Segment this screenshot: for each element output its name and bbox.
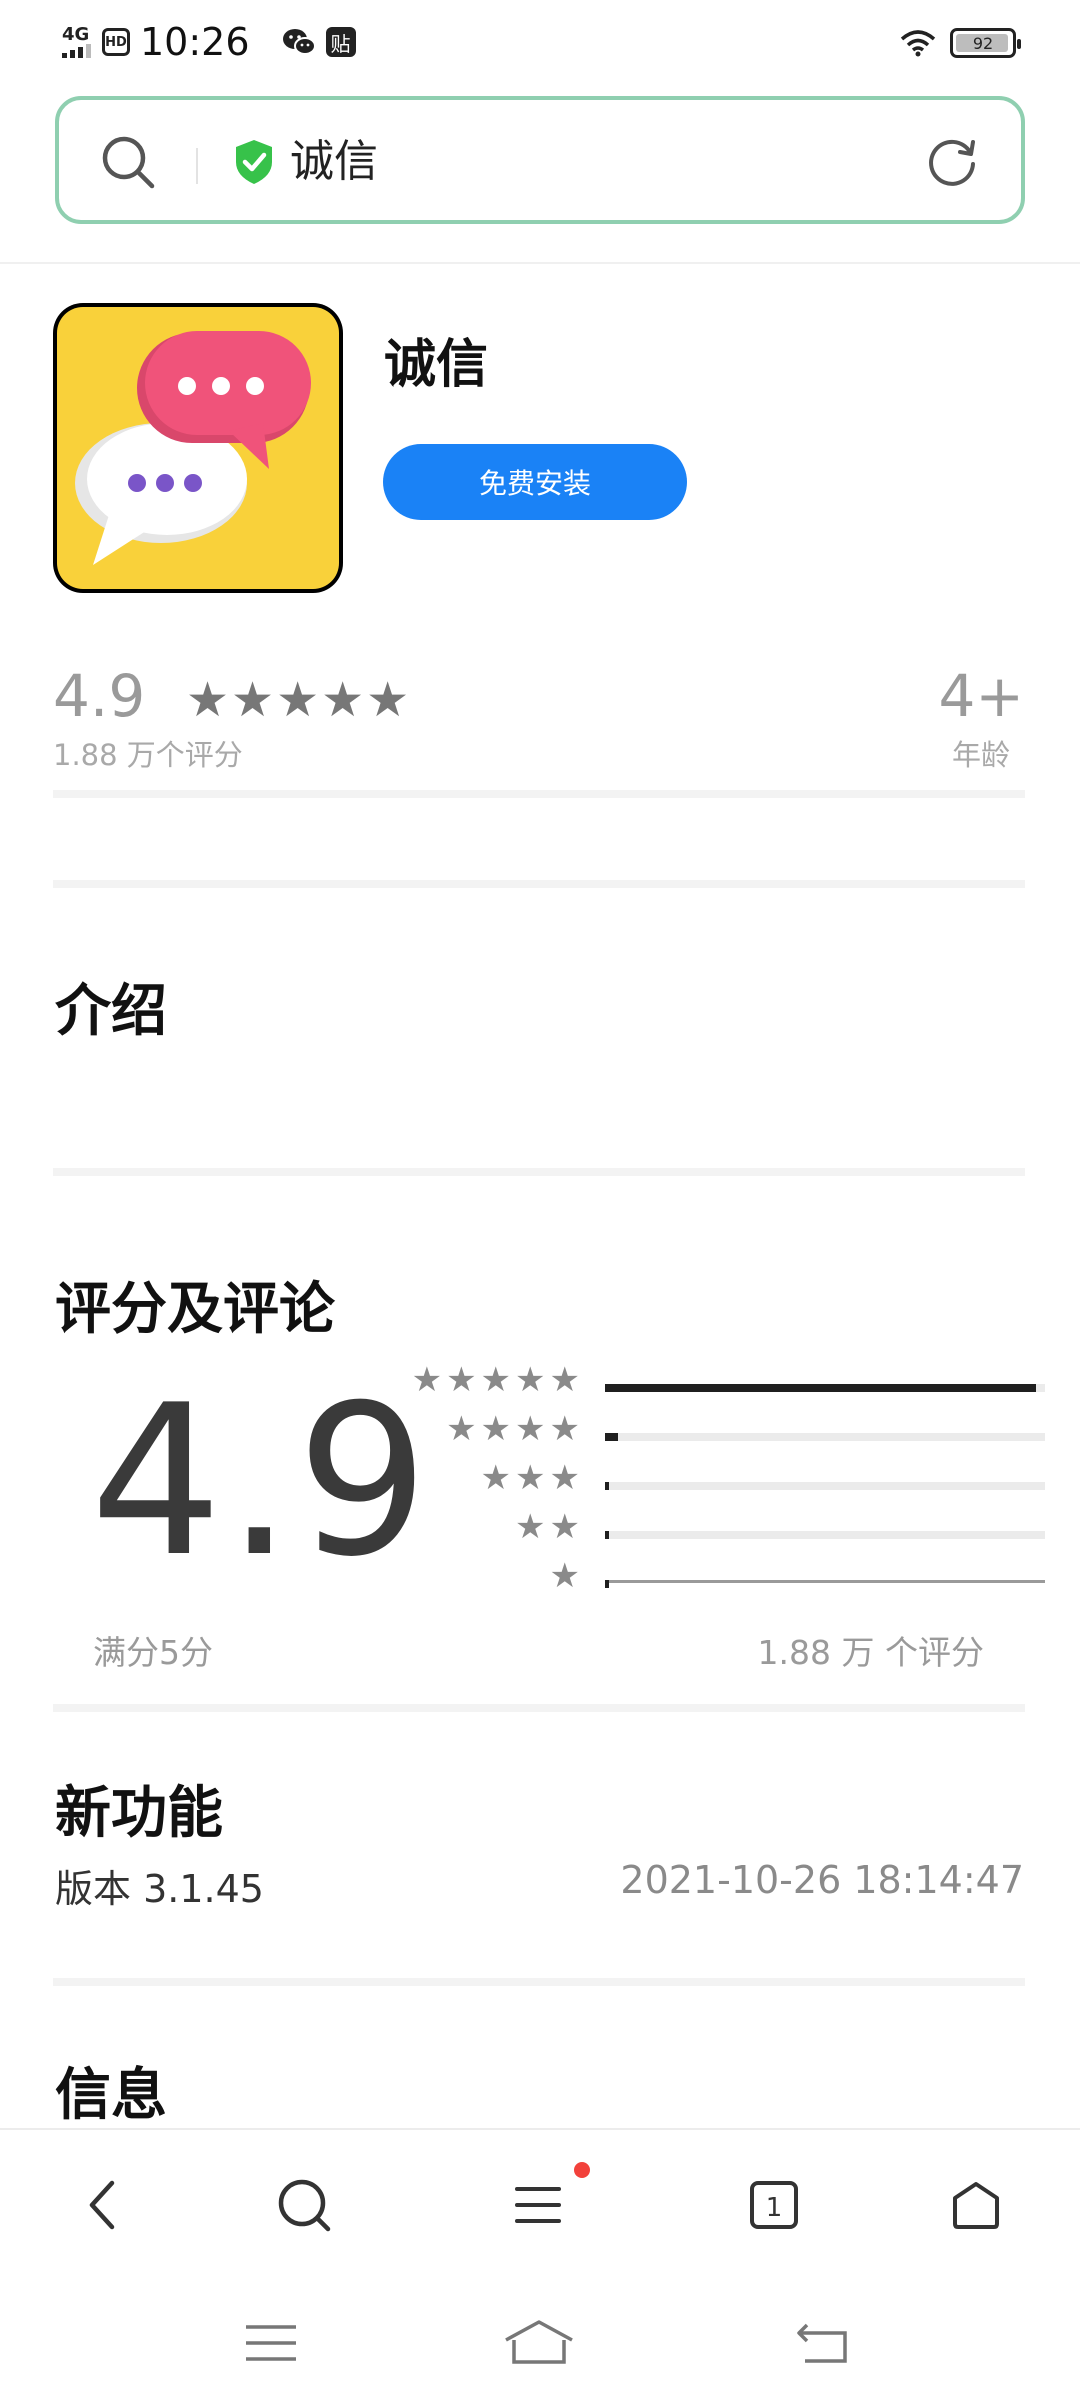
header-divider xyxy=(0,262,1080,264)
refresh-icon[interactable] xyxy=(924,134,980,190)
search-button[interactable] xyxy=(244,2130,364,2280)
rating-bar-1 xyxy=(605,1580,1045,1588)
chevron-left-icon xyxy=(89,2180,115,2230)
intro-title: 介绍 xyxy=(55,979,167,1044)
system-navigation xyxy=(0,2278,1080,2408)
release-date: 2021-10-26 18:14:47 xyxy=(620,1858,1024,1902)
shield-check-icon xyxy=(236,140,272,184)
rating-bar-fill xyxy=(605,1580,609,1588)
status-bar: 4G HD 10:26 贴 92 xyxy=(0,0,1080,80)
section-divider xyxy=(53,1168,1025,1176)
rating-bar-fill xyxy=(605,1482,609,1490)
app-name: 诚信 xyxy=(384,335,489,395)
home-icon xyxy=(505,2320,573,2364)
section-divider xyxy=(53,1978,1025,1986)
star-row-4: ★★★★ xyxy=(446,1409,584,1449)
age-label: 年龄 xyxy=(951,738,1010,772)
rating-bar-3 xyxy=(605,1482,1045,1490)
home-button[interactable] xyxy=(916,2130,1036,2280)
ratings-title: 评分及评论 xyxy=(55,1277,335,1342)
status-bar-left: 4G HD 10:26 贴 xyxy=(62,18,356,66)
sticky-note-icon: 贴 xyxy=(325,27,356,57)
tabs-button[interactable]: 1 xyxy=(714,2130,834,2280)
wechat-icon xyxy=(282,29,316,55)
max-score-label: 满分5分 xyxy=(93,1633,213,1672)
browser-toolbar: 1 xyxy=(0,2128,1080,2280)
section-divider xyxy=(53,790,1025,798)
notification-dot xyxy=(574,2162,590,2178)
search-bar[interactable] xyxy=(55,96,1025,224)
network-type-label: 4G xyxy=(62,24,90,45)
menu-button[interactable] xyxy=(478,2130,598,2280)
star-row-1: ★ xyxy=(549,1556,584,1596)
version-label: 版本 3.1.45 xyxy=(55,1867,264,1911)
rating-bar-4 xyxy=(605,1433,1045,1441)
star-row-3: ★★★ xyxy=(480,1458,584,1498)
signal-bars-icon xyxy=(62,44,91,58)
search-icon xyxy=(278,2179,331,2232)
search-divider xyxy=(196,148,198,184)
total-ratings-label: 1.88 万 个评分 xyxy=(757,1633,984,1672)
age-rating: 4+ xyxy=(938,662,1025,730)
section-divider xyxy=(53,1704,1025,1712)
star-row-5: ★★★★★ xyxy=(411,1360,584,1400)
svg-text:1: 1 xyxy=(766,2193,783,2223)
system-back-button[interactable] xyxy=(768,2298,878,2388)
recent-apps-button[interactable] xyxy=(216,2298,326,2388)
system-home-button[interactable] xyxy=(484,2298,594,2388)
hd-badge: HD xyxy=(102,28,130,56)
rating-bar-fill xyxy=(605,1531,609,1539)
status-bar-right: 92 xyxy=(900,20,1021,66)
battery-percent: 92 xyxy=(972,33,994,53)
wifi-icon xyxy=(900,30,936,57)
rating-stars: ★★★★★ xyxy=(186,672,412,728)
home-icon xyxy=(953,2182,999,2229)
chat-bubbles-icon xyxy=(57,307,339,589)
back-arrow-icon xyxy=(797,2323,847,2363)
battery-indicator: 92 xyxy=(950,28,1021,58)
rating-bar-fill xyxy=(605,1433,618,1441)
rating-bar-5 xyxy=(605,1384,1045,1392)
info-title: 信息 xyxy=(55,2063,167,2128)
signal-indicator: 4G xyxy=(62,26,92,58)
search-icon[interactable] xyxy=(100,134,156,190)
app-icon[interactable] xyxy=(53,303,343,593)
address-text[interactable]: 诚信 xyxy=(290,132,378,192)
rating-bar-fill xyxy=(605,1384,1036,1392)
average-score: 4.9 xyxy=(90,1361,433,1603)
menu-icon xyxy=(246,2325,296,2361)
menu-icon xyxy=(515,2187,561,2223)
star-row-2: ★★ xyxy=(515,1507,584,1547)
back-button[interactable] xyxy=(42,2130,162,2280)
rating-bar-2 xyxy=(605,1531,1045,1539)
install-button[interactable]: 免费安装 xyxy=(383,444,687,520)
clock: 10:26 xyxy=(140,20,250,64)
tabs-icon: 1 xyxy=(750,2181,798,2229)
whats-new-title: 新功能 xyxy=(55,1781,223,1846)
rating-value: 4.9 xyxy=(53,662,146,730)
rating-count: 1.88 万个评分 xyxy=(53,738,243,772)
section-divider xyxy=(53,880,1025,888)
